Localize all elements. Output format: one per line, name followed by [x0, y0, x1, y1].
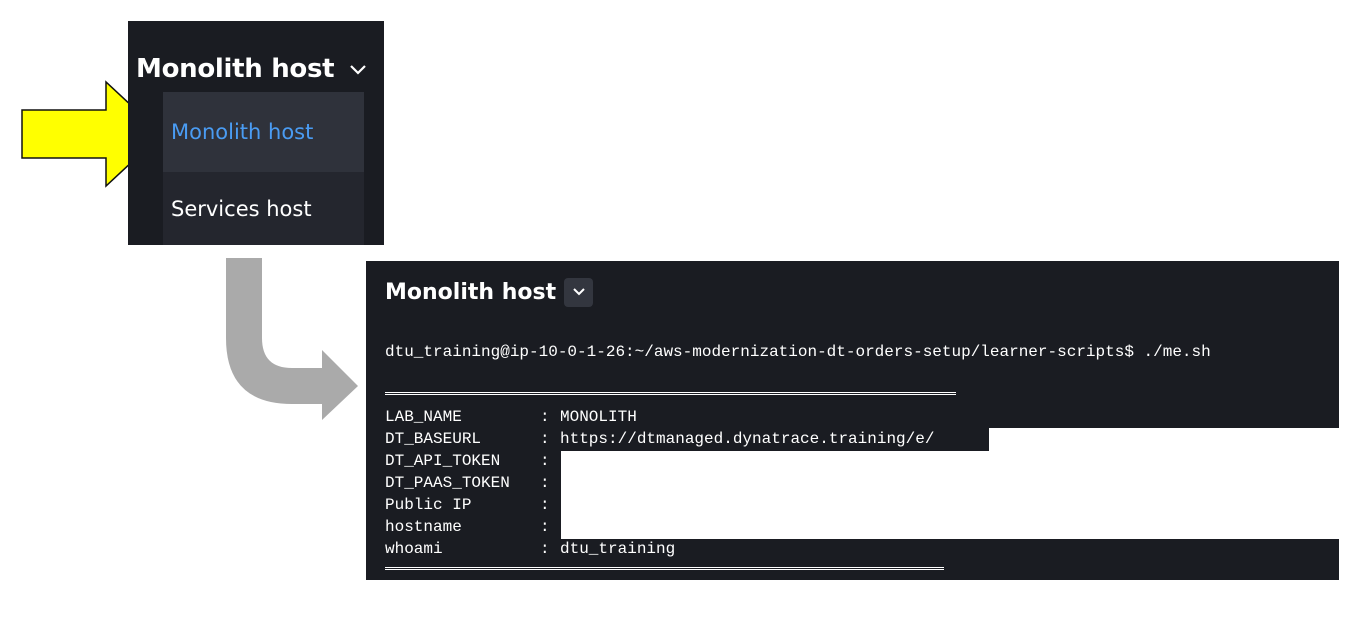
env-value: dtu_training [560, 540, 676, 558]
env-colon: : [540, 518, 550, 536]
env-value: https://dtmanaged.dynatrace.training/e/ [560, 430, 935, 448]
separator-line [385, 392, 956, 395]
env-key: hostname [385, 518, 462, 536]
env-row-lab-name: LAB_NAME : MONOLITH [385, 406, 637, 428]
env-row-hostname: hostname : [385, 516, 560, 538]
selection-highlight-right [989, 428, 1339, 451]
menu-item-label: Services host [171, 196, 312, 221]
env-colon: : [540, 408, 550, 426]
env-key: DT_BASEURL [385, 430, 482, 448]
env-row-dt-paas-token: DT_PAAS_TOKEN : [385, 472, 560, 494]
dropdown-title[interactable]: Monolith host [136, 51, 368, 87]
menu-item-services-host[interactable]: Services host [163, 172, 364, 245]
terminal-prompt-line: dtu_training@ip-10-0-1-26:~/aws-moderniz… [385, 343, 1211, 361]
env-row-dt-baseurl: DT_BASEURL : https://dtmanaged.dynatrace… [385, 428, 934, 450]
env-key: whoami [385, 540, 443, 558]
chevron-down-icon[interactable] [348, 62, 368, 76]
env-value: MONOLITH [560, 408, 637, 426]
terminal-panel: Monolith host dtu_training@ip-10-0-1-26:… [366, 261, 1339, 580]
env-key: LAB_NAME [385, 408, 462, 426]
env-key: DT_PAAS_TOKEN [385, 474, 510, 492]
gray-curved-arrow-icon [226, 258, 358, 420]
env-colon: : [540, 474, 550, 492]
dropdown-title-label: Monolith host [136, 54, 335, 84]
redaction-block [561, 451, 1339, 539]
dropdown-menu-list: Monolith host Services host [163, 92, 364, 245]
env-row-whoami: whoami : dtu_training [385, 538, 675, 560]
separator-line [385, 567, 944, 570]
env-colon: : [540, 452, 550, 470]
env-colon: : [540, 496, 550, 514]
terminal-output[interactable]: dtu_training@ip-10-0-1-26:~/aws-moderniz… [385, 261, 1339, 580]
menu-item-monolith-host[interactable]: Monolith host [163, 92, 364, 172]
env-key: DT_API_TOKEN [385, 452, 501, 470]
env-row-public-ip: Public IP : [385, 494, 560, 516]
env-row-dt-api-token: DT_API_TOKEN : [385, 450, 560, 472]
env-key: Public IP [385, 496, 472, 514]
host-dropdown-panel: Monolith host Monolith host Services hos… [128, 21, 384, 245]
menu-item-label: Monolith host [171, 120, 314, 144]
env-colon: : [540, 540, 550, 558]
env-colon: : [540, 430, 550, 448]
